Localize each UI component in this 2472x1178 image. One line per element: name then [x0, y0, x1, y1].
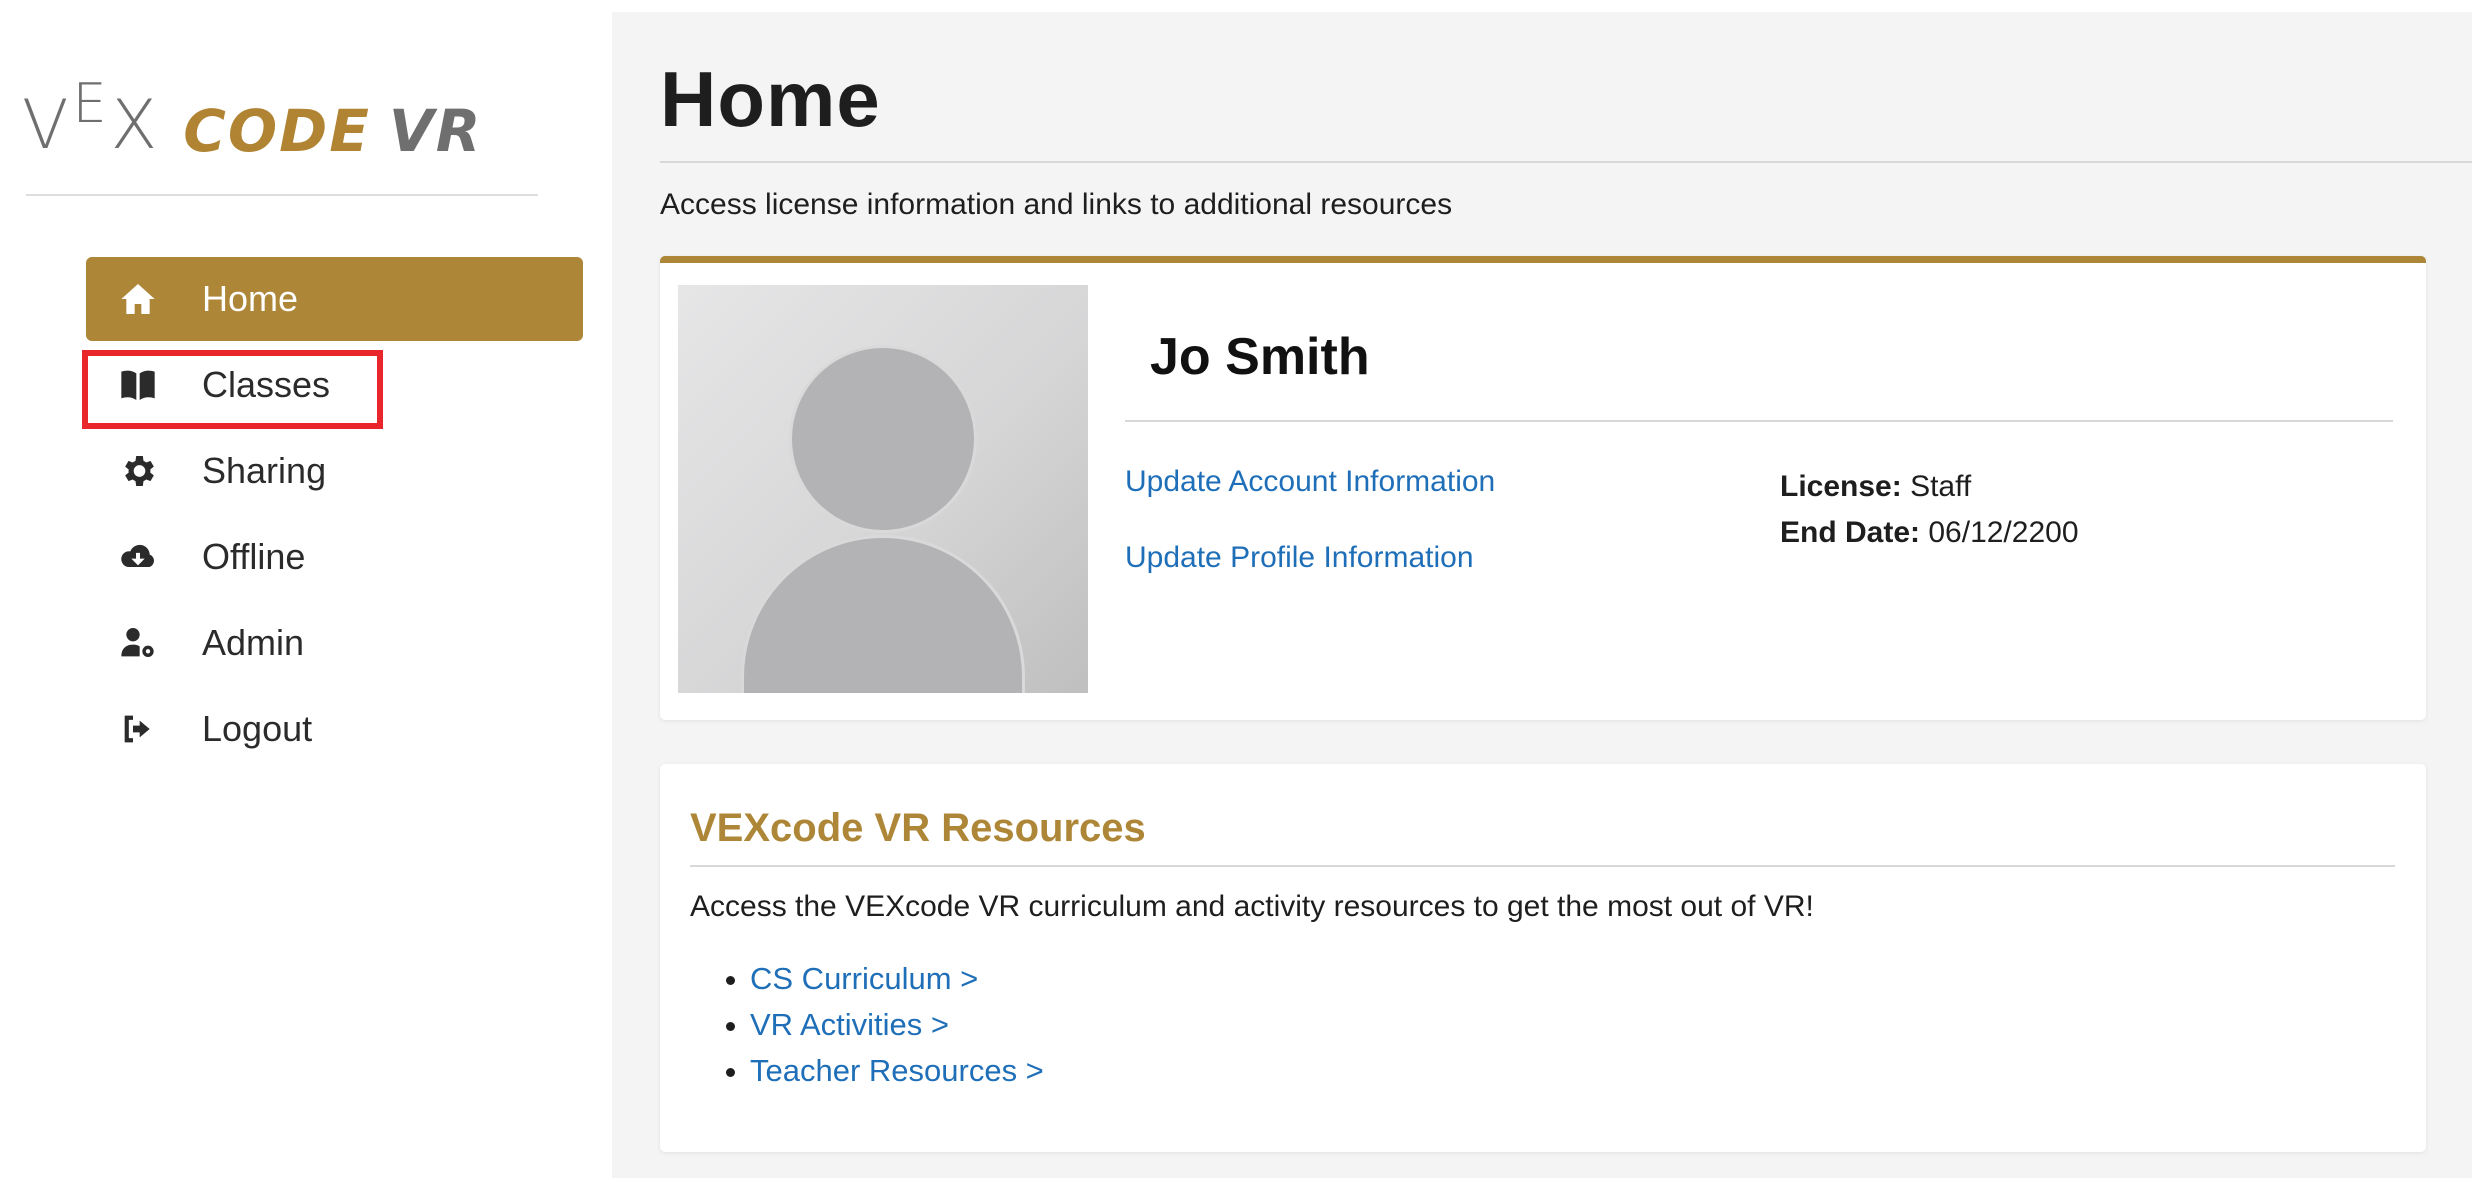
page-title: Home [660, 55, 881, 143]
user-name: Jo Smith [1150, 328, 1370, 386]
logo-vex: VEX [22, 72, 162, 165]
sidebar-item-label: Admin [202, 622, 305, 663]
sidebar: VEX CODE VR Home Classes Sharing Offline… [0, 0, 612, 1178]
license-row: License: Staff [1780, 464, 2079, 510]
sidebar-item-label: Home [202, 278, 299, 319]
logo-code: CODE [183, 97, 371, 165]
sidebar-item-label: Logout [202, 708, 313, 749]
cloud-download-icon [116, 535, 160, 579]
end-date-label: End Date: [1780, 516, 1921, 549]
resources-list: CS Curriculum > VR Activities > Teacher … [690, 956, 1044, 1094]
bullet [726, 1022, 735, 1031]
title-divider [660, 161, 2472, 163]
avatar [678, 285, 1088, 693]
resource-link-label[interactable]: CS Curriculum > [750, 961, 978, 996]
sidebar-item-offline[interactable]: Offline [86, 515, 583, 599]
resources-divider [690, 865, 2395, 867]
license-value: Staff [1910, 470, 1972, 503]
bullet [726, 1068, 735, 1077]
resource-link-teacher-resources[interactable]: Teacher Resources > [690, 1048, 1044, 1094]
sidebar-item-admin[interactable]: Admin [86, 601, 583, 685]
sidebar-item-label: Classes [202, 364, 331, 405]
bullet [726, 976, 735, 985]
sidebar-nav: Home Classes Sharing Offline Admin Logou… [86, 257, 583, 773]
sidebar-item-sharing[interactable]: Sharing [86, 429, 583, 513]
end-date-row: End Date: 06/12/2200 [1780, 510, 2079, 556]
resources-title: VEXcode VR Resources [690, 806, 1146, 850]
logo-vr: VR [388, 97, 483, 165]
logout-icon [116, 707, 160, 751]
license-label: License: [1780, 470, 1902, 503]
resource-link-cs-curriculum[interactable]: CS Curriculum > [690, 956, 1044, 1002]
sidebar-item-label: Offline [202, 536, 306, 577]
resource-link-vr-activities[interactable]: VR Activities > [690, 1002, 1044, 1048]
resources-description: Access the VEXcode VR curriculum and act… [690, 890, 1814, 923]
main-content: Home Access license information and link… [612, 12, 2472, 1178]
page-subtitle: Access license information and links to … [660, 188, 1453, 221]
resource-link-label[interactable]: VR Activities > [750, 1007, 949, 1042]
end-date-value: 06/12/2200 [1928, 516, 2079, 549]
sidebar-item-label: Sharing [202, 450, 327, 491]
book-icon [116, 363, 160, 407]
avatar-head [789, 345, 977, 533]
logo-divider [26, 194, 538, 196]
avatar-body [741, 535, 1025, 693]
profile-card: Jo Smith Update Account Information Upda… [660, 256, 2426, 720]
sidebar-item-classes[interactable]: Classes [86, 343, 583, 427]
home-icon [116, 277, 160, 321]
update-profile-link[interactable]: Update Profile Information [1125, 541, 1474, 575]
update-account-link[interactable]: Update Account Information [1125, 465, 1495, 499]
user-cog-icon [116, 621, 160, 665]
license-info: License: Staff End Date: 06/12/2200 [1780, 464, 2079, 556]
resources-card: VEXcode VR Resources Access the VEXcode … [660, 764, 2426, 1152]
sidebar-item-home[interactable]: Home [86, 257, 583, 341]
name-divider [1125, 420, 2393, 422]
gear-icon [116, 449, 160, 493]
sidebar-item-logout[interactable]: Logout [86, 687, 583, 771]
vexcode-vr-logo[interactable]: VEX CODE VR [22, 70, 542, 165]
resource-link-label[interactable]: Teacher Resources > [750, 1053, 1044, 1088]
app: VEX CODE VR Home Classes Sharing Offline… [0, 0, 2472, 1178]
